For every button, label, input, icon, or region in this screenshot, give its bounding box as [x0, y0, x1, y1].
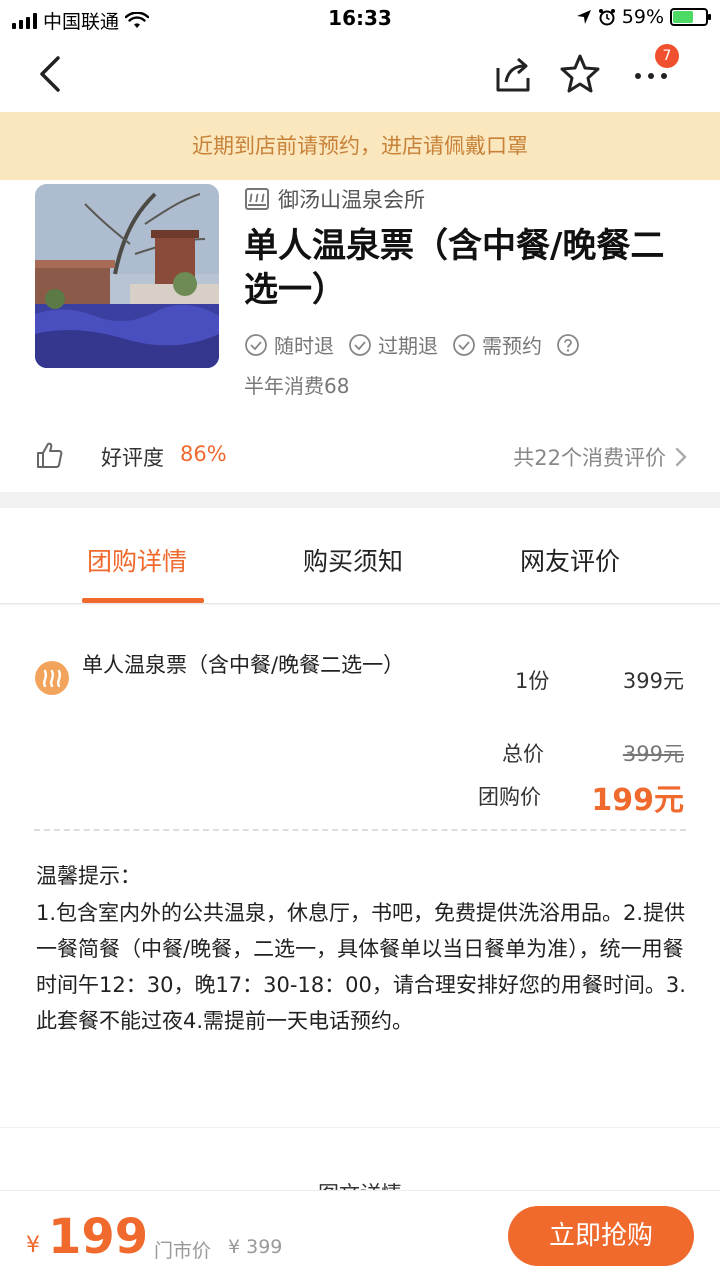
tag-label: 过期退 [378, 334, 438, 358]
rating-value: 86% [180, 442, 227, 466]
currency-symbol: ¥ [26, 1233, 40, 1258]
status-bar: 中国联通 16:33 59% [0, 0, 720, 36]
tag-reservation: 需预约 [452, 330, 542, 359]
rating-label: 好评度 [101, 446, 164, 470]
nav-bar: 7 [0, 36, 720, 112]
service-tags: 随时退 过期退 需预约 [244, 330, 580, 359]
product-image[interactable] [35, 184, 219, 368]
tag-refund-expired: 过期退 [348, 330, 438, 359]
product-card: 御汤山温泉会所 单人温泉票（含中餐/晚餐二选一） 随时退 过期退 需预约 半年消… [0, 180, 720, 492]
item-price: 399元 [622, 669, 684, 693]
check-circle-icon [453, 333, 475, 356]
total-label: 总价 [502, 742, 544, 766]
dashed-divider [34, 829, 686, 831]
group-price-label: 团购价 [478, 785, 541, 809]
deal-price: 199 [48, 1209, 149, 1265]
tab-group-detail[interactable]: 团购详情 [87, 542, 187, 578]
battery-icon [670, 8, 711, 26]
tag-refund-anytime: 随时退 [244, 330, 334, 359]
help-icon[interactable] [556, 333, 580, 357]
sales-count: 半年消费68 [244, 374, 350, 398]
tip-body: 1.包含室内外的公共温泉，休息厅，书吧，免费提供洗浴用品。2.提供一餐简餐（中餐… [36, 901, 686, 1033]
detail-tabs: 团购详情 购买须知 网友评价 [0, 508, 720, 604]
shop-name-row[interactable]: 御汤山温泉会所 [244, 184, 425, 214]
notification-badge: 7 [655, 44, 679, 68]
alarm-icon [598, 9, 615, 26]
thumbs-up-icon [37, 442, 63, 468]
tag-label: 随时退 [274, 334, 334, 358]
product-title: 单人温泉票（含中餐/晚餐二选一） [244, 226, 665, 310]
location-icon [576, 10, 591, 24]
reviews-count: 共22个消费评价 [513, 446, 666, 470]
tip-title: 温馨提示： [36, 864, 141, 888]
bottom-bar: ¥ 199 门市价 ¥ 399 立即抢购 [0, 1190, 720, 1280]
item-name: 单人温泉票（含中餐/晚餐二选一） [82, 653, 405, 677]
check-circle-icon [245, 333, 267, 356]
share-icon[interactable] [490, 52, 534, 96]
active-tab-indicator [82, 598, 204, 603]
tag-label: 需预约 [482, 334, 542, 358]
item-quantity: 1份 [515, 669, 550, 693]
check-circle-icon [349, 333, 371, 356]
tab-purchase-notes[interactable]: 购买须知 [303, 542, 403, 578]
back-icon[interactable] [30, 52, 74, 96]
detail-section: 单人温泉票（含中餐/晚餐二选一） 1份 399元 总价 399元 团购价 199… [0, 605, 720, 1127]
status-right: 59% [576, 6, 711, 28]
shop-icon [245, 188, 269, 210]
star-icon[interactable] [558, 52, 602, 96]
shop-name: 御汤山温泉会所 [278, 188, 425, 212]
chevron-right-icon [675, 447, 687, 467]
market-price-label: 门市价 [154, 1240, 212, 1262]
hot-spring-icon [35, 661, 69, 695]
battery-percent: 59% [621, 6, 664, 28]
reviews-link[interactable]: 共22个消费评价 [513, 442, 688, 472]
market-price-value: ¥ 399 [228, 1236, 283, 1258]
total-value: 399元 [622, 742, 684, 766]
tab-user-reviews[interactable]: 网友评价 [520, 542, 620, 578]
notice-banner: 近期到店前请预约，进店请佩戴口罩 [0, 112, 720, 180]
buy-now-button[interactable]: 立即抢购 [508, 1206, 694, 1266]
rating-row[interactable]: 好评度 86% 共22个消费评价 [0, 436, 720, 476]
group-price-value: 199元 [591, 783, 684, 818]
